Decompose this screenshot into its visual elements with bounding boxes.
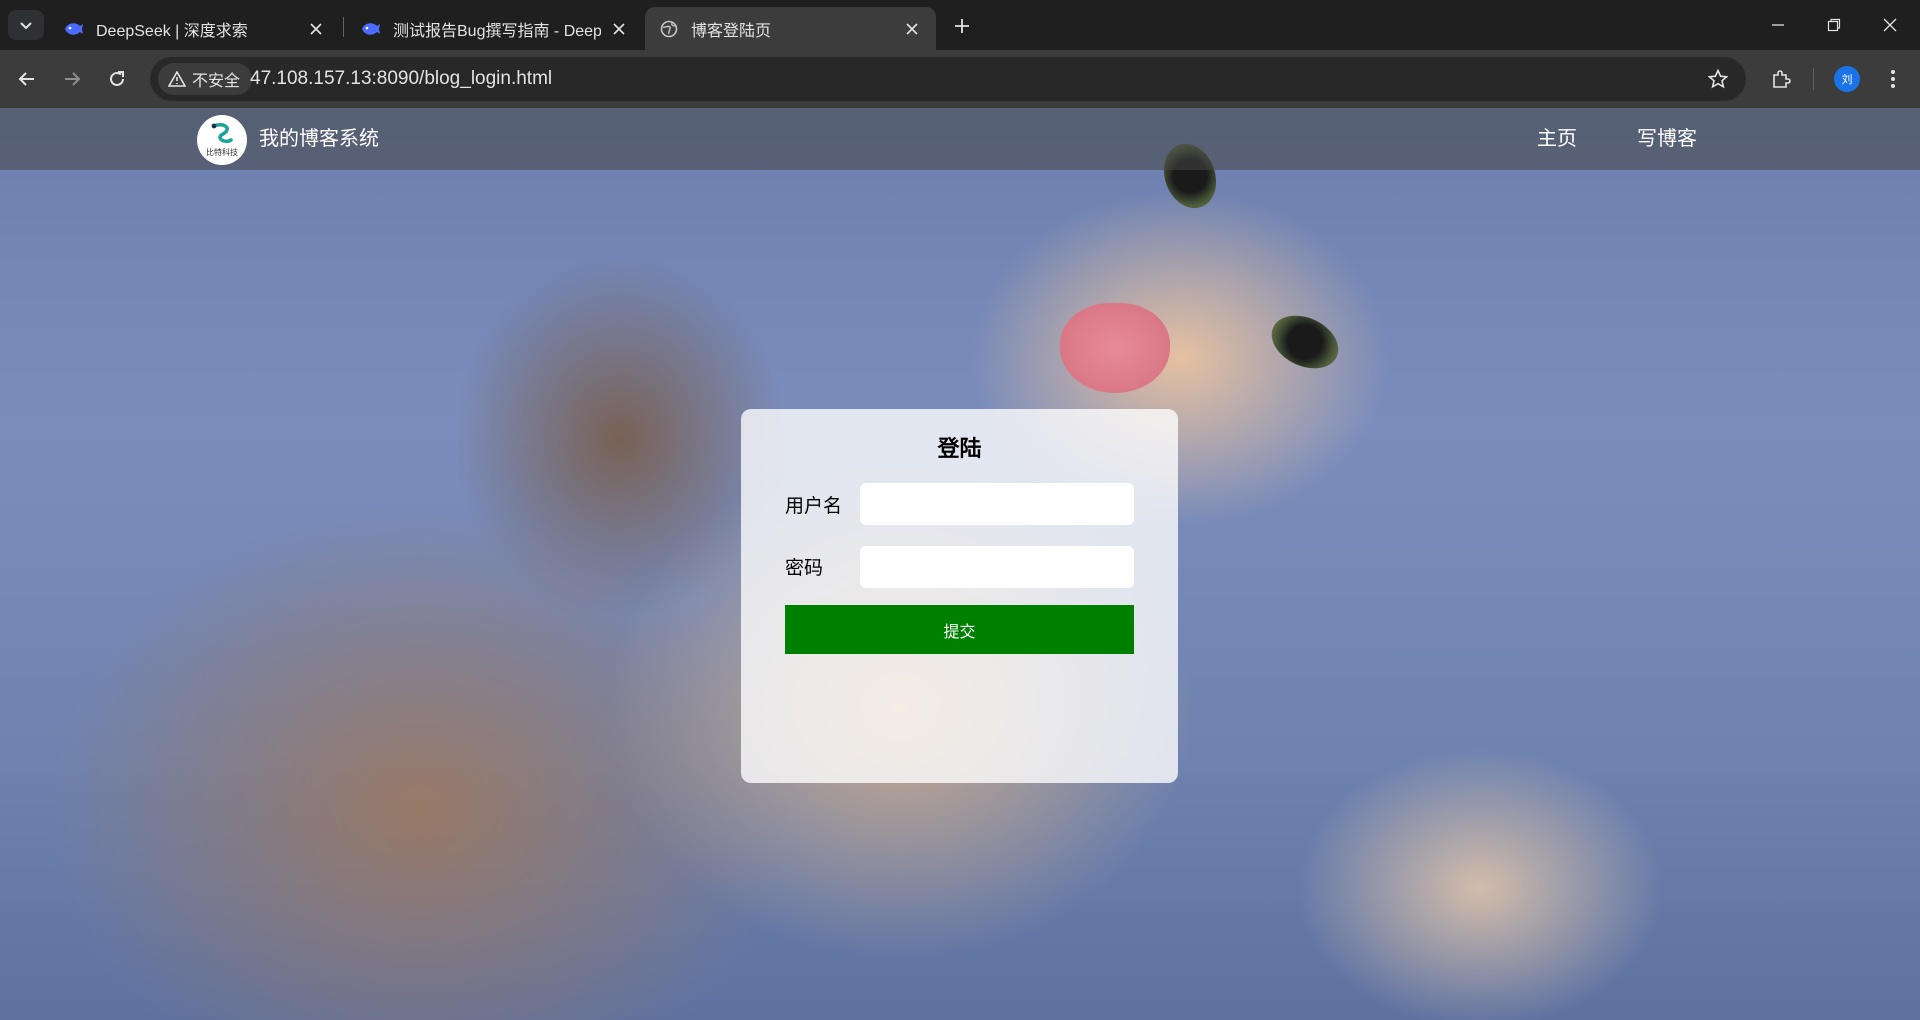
arrow-left-icon [18,72,34,86]
username-label: 用户名 [785,496,843,517]
nav-link-home[interactable]: 主页 [1537,108,1577,170]
site-header: 比特科技 我的博客系统 主页 写博客 [0,108,1920,170]
warning-triangle-icon [168,71,186,87]
password-label: 密码 [785,558,824,579]
extensions-button[interactable] [1764,62,1798,96]
minimize-icon [1772,24,1784,26]
cat-eye [1263,305,1347,379]
close-icon [1883,18,1897,32]
window-close-button[interactable] [1862,0,1918,50]
browser-toolbar: 不安全 47.108.157.13:8090/blog_login.html [0,50,1920,108]
security-label: 不安全 [192,73,241,90]
login-form: 登陆 用户名 密码 提交 [741,409,1178,783]
tab-search-button[interactable] [8,10,44,40]
tab-title: DeepSeek | 深度求索 [96,22,248,40]
bookmark-star-button[interactable] [1706,67,1730,91]
chevron-down-icon [20,22,32,30]
deepseek-whale-icon [361,19,381,39]
profile-avatar[interactable]: 刘 [1834,66,1860,92]
tab-bug-report-guide[interactable]: 测试报告Bug撰写指南 - DeepS [347,7,643,50]
tab-title: 博客登陆页 [691,22,772,40]
toolbar-divider [1813,68,1814,90]
deepseek-whale-icon [64,19,84,39]
page-viewport: 比特科技 我的博客系统 主页 写博客 登陆 用户名 密码 提交 [0,108,1920,1020]
globe-icon [659,19,679,39]
cat-tongue [1060,303,1170,393]
back-button[interactable] [10,62,44,96]
browser-menu-button[interactable] [1876,62,1910,96]
close-icon[interactable] [306,19,326,39]
logo-text: 比特科技 [206,148,238,157]
nav-link-write-blog[interactable]: 写博客 [1637,108,1697,170]
restore-button[interactable] [1806,0,1862,50]
close-icon[interactable] [902,19,922,39]
tab-divider [343,17,344,37]
restore-icon [1827,18,1841,32]
star-icon [1708,69,1728,89]
password-input[interactable] [860,546,1134,588]
arrow-right-icon [65,72,81,86]
site-title: 我的博客系统 [259,128,379,150]
site-info-chip[interactable]: 不安全 [158,63,253,95]
tab-blog-login[interactable]: 博客登陆页 [645,7,936,50]
forward-button[interactable] [55,62,89,96]
url-text[interactable]: 47.108.157.13:8090/blog_login.html [250,57,552,101]
close-icon[interactable] [609,19,629,39]
minimize-button[interactable] [1750,0,1806,50]
tab-strip: DeepSeek | 深度求索 测试报告Bug撰写指南 - DeepS 博客登陆… [0,0,1920,50]
submit-button[interactable]: 提交 [785,605,1134,654]
plus-icon [955,19,969,33]
reload-button[interactable] [100,62,134,96]
username-input[interactable] [860,483,1134,525]
more-vertical-icon [1891,70,1895,88]
tab-title: 测试报告Bug撰写指南 - DeepS [393,22,601,40]
puzzle-piece-icon [1773,70,1791,88]
login-title: 登陆 [937,436,982,461]
site-logo[interactable]: 比特科技 [197,115,247,165]
tab-deepseek[interactable]: DeepSeek | 深度求索 [50,7,340,50]
reload-icon [110,71,124,86]
new-tab-button[interactable] [948,12,976,40]
bit-tech-logo-icon [211,122,233,144]
address-bar[interactable]: 不安全 47.108.157.13:8090/blog_login.html [150,57,1746,101]
